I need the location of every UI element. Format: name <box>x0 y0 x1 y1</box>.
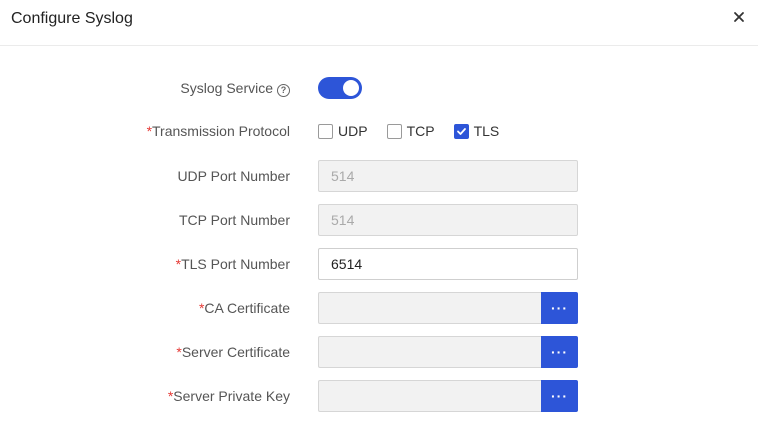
protocol-udp-label: UDP <box>338 123 368 139</box>
udp-port-input: 514 <box>318 160 578 192</box>
help-icon[interactable]: ? <box>277 84 290 97</box>
row-server-private-key: *Server Private Key ··· <box>0 380 758 412</box>
syslog-service-label: Syslog Service? <box>180 72 290 104</box>
protocol-options: UDP TCP TLS <box>318 115 518 147</box>
checkmark-icon <box>456 127 466 135</box>
ca-certificate-input[interactable] <box>318 292 542 324</box>
server-certificate-browse-button[interactable]: ··· <box>541 336 578 368</box>
row-tls-port: *TLS Port Number 6514 <box>0 248 758 280</box>
row-udp-port: UDP Port Number 514 <box>0 160 758 192</box>
udp-port-label: UDP Port Number <box>177 168 290 184</box>
row-tcp-port: TCP Port Number 514 <box>0 204 758 236</box>
dialog-title: Configure Syslog <box>11 10 133 27</box>
tls-port-label: *TLS Port Number <box>175 256 290 272</box>
toggle-knob <box>343 80 359 96</box>
close-icon[interactable] <box>730 8 748 26</box>
tcp-port-input: 514 <box>318 204 578 236</box>
dialog-header: Configure Syslog <box>0 0 758 46</box>
transmission-protocol-label: *Transmission Protocol <box>146 123 290 139</box>
protocol-tls-checkbox[interactable]: TLS <box>453 123 500 139</box>
protocol-tcp-label: TCP <box>406 123 435 139</box>
ca-certificate-browse-button[interactable]: ··· <box>541 292 578 324</box>
syslog-service-toggle[interactable] <box>318 77 362 99</box>
row-ca-certificate: *CA Certificate ··· <box>0 292 758 324</box>
tls-port-input[interactable]: 6514 <box>318 248 578 280</box>
server-private-key-label: *Server Private Key <box>167 388 290 404</box>
server-certificate-input[interactable] <box>318 336 542 368</box>
checkbox-box[interactable] <box>318 123 333 139</box>
server-certificate-label: *Server Certificate <box>176 344 290 360</box>
configure-syslog-dialog: Configure Syslog Syslog Service? *Transm… <box>0 0 758 438</box>
protocol-udp-checkbox[interactable]: UDP <box>318 123 368 139</box>
protocol-tls-label: TLS <box>473 123 500 139</box>
row-syslog-service: Syslog Service? <box>0 72 758 104</box>
server-private-key-input[interactable] <box>318 380 542 412</box>
row-transmission-protocol: *Transmission Protocol UDP TCP TLS <box>0 115 758 147</box>
row-server-certificate: *Server Certificate ··· <box>0 336 758 368</box>
checkbox-box[interactable] <box>386 123 402 139</box>
tcp-port-label: TCP Port Number <box>179 212 290 228</box>
protocol-tcp-checkbox[interactable]: TCP <box>386 123 435 139</box>
ca-certificate-label: *CA Certificate <box>198 300 290 316</box>
checkbox-box-checked[interactable] <box>453 123 469 139</box>
server-private-key-browse-button[interactable]: ··· <box>541 380 578 412</box>
